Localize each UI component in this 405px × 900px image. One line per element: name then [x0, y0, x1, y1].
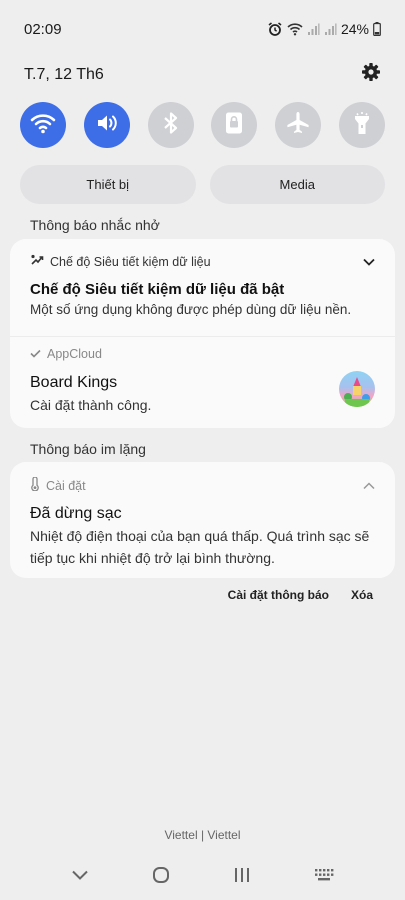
notification-text: Cài đặt thành công. — [30, 397, 152, 413]
notification-app-name: Chế độ Siêu tiết kiệm dữ liệu — [50, 254, 211, 269]
carrier-label: Viettel | Viettel — [164, 828, 241, 842]
alarm-icon — [267, 21, 283, 37]
notification-data-saver[interactable]: Chế độ Siêu tiết kiệm dữ liệu Chế độ Siê… — [10, 239, 395, 327]
notification-text: Một số ứng dụng không được phép dùng dữ … — [30, 302, 352, 317]
notification-title: Chế độ Siêu tiết kiệm dữ liệu đã bật — [30, 281, 285, 298]
battery-text: 24% — [340, 21, 369, 37]
signal-icon-1 — [307, 23, 320, 36]
flashlight-icon — [352, 110, 372, 141]
battery-icon — [373, 22, 381, 36]
thermometer-icon — [30, 476, 40, 494]
section-reminders-label: Thông báo nhắc nhở — [30, 217, 160, 233]
notification-card-reminders: Chế độ Siêu tiết kiệm dữ liệu Chế độ Siê… — [10, 239, 395, 428]
status-time: 02:09 — [24, 20, 62, 38]
chevron-up-icon[interactable] — [363, 479, 375, 493]
notification-title: Đã dừng sạc — [30, 505, 122, 522]
device-media-row: Thiết bị Media — [20, 165, 385, 204]
notification-settings-button[interactable]: Cài đặt thông báo — [228, 588, 329, 602]
wifi-status-icon — [287, 22, 303, 36]
settings-gear-icon[interactable] — [361, 62, 381, 87]
wifi-icon — [30, 112, 56, 139]
airplane-toggle[interactable] — [275, 102, 322, 148]
airplane-icon — [285, 110, 311, 141]
nav-hide-chevron-down-icon[interactable] — [71, 868, 89, 886]
notification-charging-stopped[interactable]: Cài đặt Đã dừng sạc Nhiệt độ điện thoại … — [10, 462, 395, 578]
rotation-lock-toggle[interactable] — [211, 102, 258, 148]
nav-recents-icon[interactable] — [233, 867, 251, 888]
rotation-lock-icon — [224, 111, 244, 140]
notification-app-name: Cài đặt — [46, 478, 86, 493]
date-label: T.7, 12 Th6 — [24, 65, 104, 83]
app-thumbnail-icon — [339, 371, 375, 407]
flashlight-toggle[interactable] — [338, 102, 385, 148]
sound-toggle[interactable] — [83, 102, 130, 148]
section-silent-label: Thông báo im lặng — [30, 441, 146, 457]
notification-app-name: AppCloud — [47, 347, 102, 361]
quick-settings-row — [20, 102, 385, 148]
nav-home-icon[interactable] — [152, 866, 170, 889]
nav-keyboard-icon[interactable] — [314, 867, 334, 888]
clear-button[interactable]: Xóa — [351, 588, 373, 602]
sound-icon — [95, 112, 119, 139]
data-saver-icon — [30, 253, 44, 270]
chevron-down-icon[interactable] — [363, 255, 375, 269]
date-row: T.7, 12 Th6 — [24, 62, 381, 87]
wifi-toggle[interactable] — [20, 102, 66, 148]
notification-header: Cài đặt — [30, 476, 375, 494]
bluetooth-toggle[interactable] — [147, 102, 194, 148]
notification-title: Board Kings — [30, 374, 118, 391]
notification-header: Chế độ Siêu tiết kiệm dữ liệu — [30, 253, 375, 270]
notification-appcloud[interactable]: AppCloud Board Kings Cài đặt thành công. — [10, 337, 395, 428]
check-icon — [30, 347, 41, 361]
notification-text: Nhiệt độ điện thoại của bạn quá thấp. Qu… — [30, 528, 370, 566]
status-icons: 24% — [267, 21, 381, 37]
bluetooth-icon — [162, 111, 180, 140]
notification-header: AppCloud — [30, 347, 102, 361]
navigation-bar — [0, 862, 405, 892]
media-button[interactable]: Media — [209, 165, 385, 204]
status-bar: 02:09 24% — [0, 0, 405, 50]
notification-actions: Cài đặt thông báo Xóa — [228, 588, 373, 602]
signal-icon-2 — [324, 23, 337, 36]
devices-button[interactable]: Thiết bị — [20, 165, 196, 204]
